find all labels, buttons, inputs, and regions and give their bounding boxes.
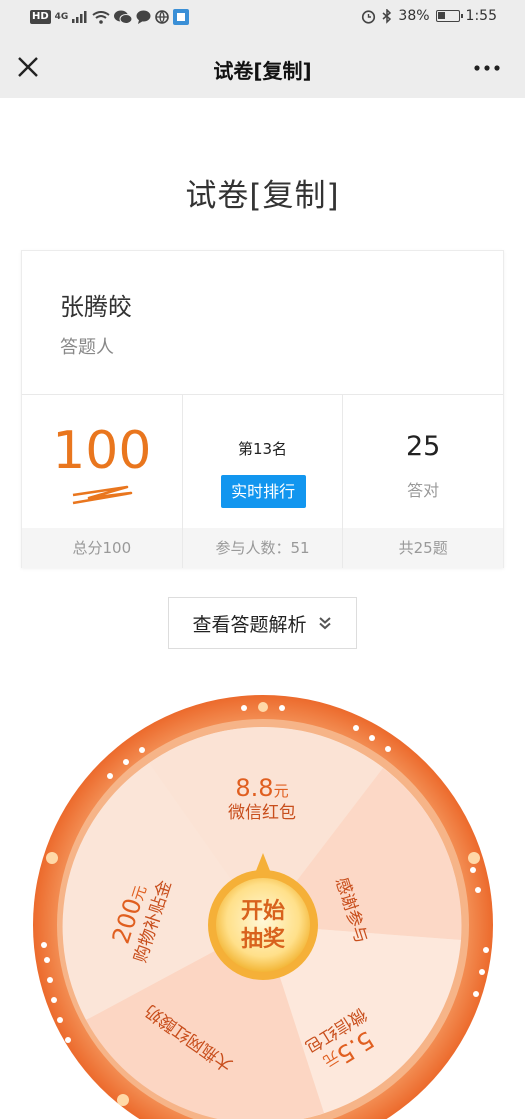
- correct-count: 25: [406, 431, 441, 462]
- prize-8-8-amount: 8.8: [235, 774, 274, 802]
- clock: 1:55: [465, 8, 497, 24]
- browser-icon: [155, 10, 170, 24]
- view-analysis-button[interactable]: 查看答题解析: [168, 597, 357, 649]
- total-score: 总分100: [22, 528, 182, 568]
- respondent-name: 张腾皎: [60, 293, 132, 321]
- app-notification-icon: [173, 9, 190, 25]
- wechat-icon: [114, 10, 133, 24]
- network-label: 4G: [54, 11, 69, 22]
- prize-8-8-unit: 元: [273, 782, 289, 800]
- page-title: 试卷[复制]: [185, 178, 340, 214]
- status-left: HD 4G: [30, 9, 190, 25]
- score-stat: 100 总分100: [22, 395, 182, 568]
- wifi-icon: [92, 10, 110, 24]
- battery-level: [437, 12, 445, 19]
- stats-row: 100 总分100 第13名 实时排行 参与人数：51 25 答对 共25题: [22, 395, 504, 568]
- view-analysis-label: 查看答题解析: [192, 613, 307, 636]
- rank-value: 第13名: [237, 440, 288, 458]
- double-chevron-down-icon: [318, 617, 331, 630]
- battery-icon: [435, 10, 463, 22]
- nav-bar: 试卷[复制]: [0, 36, 525, 98]
- hd-badge: HD: [30, 10, 51, 24]
- correct-label: 答对: [407, 481, 440, 500]
- status-right: 38% 1:55: [361, 8, 497, 24]
- lottery-wheel[interactable]: 8.8元 微信红包 感谢参与 5.5元 微信红包 大瓶网红酸奶 200元 购物补…: [0, 690, 525, 1119]
- prize-8-8-desc: 微信红包: [228, 802, 296, 823]
- result-card: 张腾皎 答题人 100 总分100 第13名 实时排行 参与人数：51 25 答…: [21, 250, 504, 568]
- score-underline-icon: [72, 485, 133, 505]
- rank-stat: 第13名 实时排行 参与人数：51: [181, 395, 343, 568]
- battery-percent: 38%: [398, 8, 430, 24]
- start-lottery-button[interactable]: 开始 抽奖: [230, 898, 296, 954]
- prize-8-8: 8.8元 微信红包: [212, 774, 312, 823]
- realtime-ranking-button[interactable]: 实时排行: [220, 475, 306, 508]
- more-icon[interactable]: [471, 56, 503, 80]
- start-line-1: 开始: [240, 899, 285, 924]
- nav-title: 试卷[复制]: [213, 59, 312, 83]
- bluetooth-icon: [382, 8, 392, 24]
- correct-stat: 25 答对 共25题: [342, 395, 504, 568]
- alarm-icon: [362, 9, 376, 24]
- start-line-2: 抽奖: [240, 927, 285, 952]
- message-icon: [136, 10, 151, 24]
- score-value: 100: [52, 421, 152, 481]
- total-questions: 共25题: [343, 528, 504, 568]
- respondent-role: 答题人: [60, 337, 114, 358]
- signal-icon: [72, 11, 87, 23]
- status-bar: HD 4G 38% 1:55: [0, 0, 525, 36]
- participants-count: 参与人数：51: [182, 528, 343, 568]
